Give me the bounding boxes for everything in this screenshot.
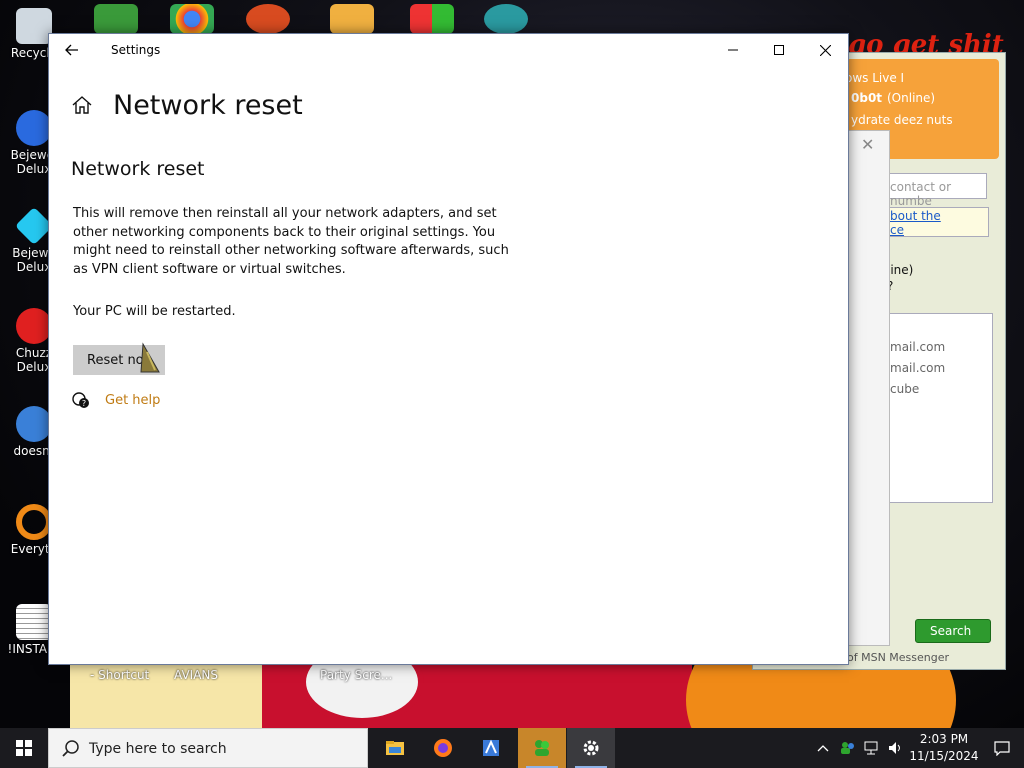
svg-text:?: ? <box>82 399 86 408</box>
minimize-icon <box>728 49 738 51</box>
clock-date: 11/15/2024 <box>909 749 979 763</box>
taskbar-file-explorer[interactable] <box>371 728 419 768</box>
tray-msn[interactable] <box>836 728 858 768</box>
notification-center-button[interactable] <box>980 728 1024 768</box>
msn-search-button[interactable]: Search <box>915 619 991 643</box>
volume-icon <box>889 742 900 754</box>
start-button[interactable] <box>0 728 48 768</box>
msn-username[interactable]: 0b0t <box>851 91 882 105</box>
search-icon <box>62 740 79 757</box>
section-title: Network reset <box>71 158 205 180</box>
taskbar: Type here to search 2:03 PM 11/15/2024 <box>0 728 1024 768</box>
window-title: Settings <box>111 43 161 57</box>
msn-online-line: line) <box>887 263 914 277</box>
description-text: This will remove then reinstall all your… <box>73 206 509 277</box>
taskbar-firefox[interactable] <box>419 728 467 768</box>
home-icon[interactable] <box>71 94 93 116</box>
app-icon-2[interactable] <box>330 4 374 34</box>
search-placeholder: Type here to search <box>89 741 227 757</box>
tray-overflow-button[interactable] <box>812 728 834 768</box>
close-button[interactable] <box>802 34 848 66</box>
desktop: go get shit - Shortcut AVIANS Party Scre… <box>0 0 1024 768</box>
app-icon-4[interactable] <box>484 4 528 34</box>
taskbar-settings[interactable] <box>567 728 615 768</box>
chuzzle-icon <box>16 308 52 344</box>
get-help-link[interactable]: Get help <box>105 393 160 408</box>
maximize-icon <box>774 45 784 55</box>
cursor-icon <box>140 342 160 373</box>
tray-volume[interactable] <box>884 728 906 768</box>
close-icon <box>819 44 831 56</box>
minimize-button[interactable] <box>710 34 756 66</box>
app-icon[interactable] <box>246 4 290 34</box>
background-dialog[interactable]: ✕ <box>848 130 890 646</box>
settings-window[interactable]: Settings Network reset Network reset Thi… <box>48 33 849 665</box>
restart-note: Your PC will be restarted. <box>73 304 236 319</box>
msn-status[interactable]: (Online) <box>887 91 935 105</box>
taskbar-clock[interactable]: 2:03 PM 11/15/2024 <box>908 731 980 765</box>
taskbar-search-box[interactable]: Type here to search <box>48 728 368 768</box>
msn-personal-message[interactable]: ydrate deez nuts <box>851 113 953 127</box>
app-icon-3[interactable] <box>410 4 454 34</box>
contact-item[interactable]: mail.com <box>890 340 945 354</box>
title-bar[interactable]: Settings <box>49 34 848 66</box>
clock-time: 2:03 PM <box>919 732 969 746</box>
help-chat-icon: ? <box>72 392 89 408</box>
msn-bird-icon <box>16 406 52 442</box>
taskbar-pinball[interactable] <box>467 728 515 768</box>
shortcut-label: - Shortcut <box>90 668 150 682</box>
avians-label: AVIANS <box>174 668 218 682</box>
taskbar-msn-messenger[interactable] <box>518 728 566 768</box>
maximize-button[interactable] <box>756 34 802 66</box>
file-explorer-icon <box>386 741 404 755</box>
msn-title: ows Live I <box>845 71 905 85</box>
everything-search-icon <box>16 504 52 540</box>
back-arrow-icon <box>65 44 78 56</box>
recycle-bin-icon <box>16 8 52 44</box>
chevron-up-icon <box>817 745 829 752</box>
close-icon[interactable]: ✕ <box>861 135 874 154</box>
settings-gear-icon <box>583 740 599 756</box>
chrome-icon[interactable] <box>170 4 214 34</box>
contact-item[interactable]: mail.com <box>890 361 945 375</box>
msn-messenger-icon <box>535 740 549 756</box>
party-label: Party Scre... <box>320 668 393 682</box>
msn-people-icon[interactable] <box>94 4 138 34</box>
msn-footer: of MSN Messenger <box>847 651 950 664</box>
msn-tray-icon <box>841 742 854 754</box>
page-title: Network reset <box>113 90 303 121</box>
pinball-icon <box>483 739 499 756</box>
firefox-icon <box>434 739 452 757</box>
bejeweled-icon <box>16 110 52 146</box>
installer-icon <box>16 604 52 640</box>
back-button[interactable] <box>49 34 95 66</box>
tray-network[interactable] <box>860 728 882 768</box>
network-icon <box>864 741 878 755</box>
notification-icon <box>994 741 1010 756</box>
windows-logo-icon <box>16 740 32 756</box>
contact-item[interactable]: cube <box>890 382 919 396</box>
